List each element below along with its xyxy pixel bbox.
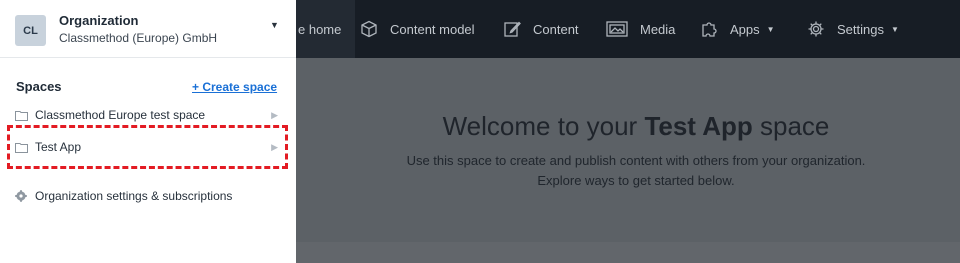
nav-content-label: Content xyxy=(533,21,579,37)
welcome-suffix: space xyxy=(752,111,830,141)
nav-media[interactable]: Media xyxy=(606,0,675,58)
settings-caret-icon: ▼ xyxy=(890,24,899,34)
cube-icon xyxy=(361,20,377,38)
nav-content-model[interactable]: Content model xyxy=(360,0,475,58)
nav-content-model-label: Content model xyxy=(390,21,475,37)
welcome-prefix: Welcome to your xyxy=(442,111,645,141)
chevron-down-icon[interactable]: ▼ xyxy=(270,20,279,30)
welcome-heading: Welcome to your Test App space xyxy=(296,111,960,142)
gear-icon xyxy=(808,21,824,37)
nav-settings-label: Settings xyxy=(837,21,884,37)
nav-content[interactable]: Content xyxy=(503,0,579,58)
nav-space-home[interactable]: e home xyxy=(296,0,356,58)
space-item-label: Classmethod Europe test space xyxy=(35,108,206,122)
space-item-classmethod-europe-test-space[interactable]: Classmethod Europe test space ▶ xyxy=(15,104,281,126)
folder-icon xyxy=(15,110,28,121)
edit-icon xyxy=(504,21,521,37)
highlight-annotation xyxy=(7,125,288,169)
welcome-space-name: Test App xyxy=(644,111,753,141)
apps-caret-icon: ▼ xyxy=(766,24,775,34)
welcome-description: Use this space to create and publish con… xyxy=(296,151,960,191)
nav-apps[interactable]: Apps ▼ xyxy=(700,0,775,58)
nav-space-home-label: e home xyxy=(298,21,342,37)
organization-name: Classmethod (Europe) GmbH xyxy=(59,31,218,45)
organization-label: Organization xyxy=(59,13,139,28)
create-space-link[interactable]: + Create space xyxy=(192,80,277,94)
organization-header[interactable]: CL Organization Classmethod (Europe) Gmb… xyxy=(0,0,296,58)
nav-media-label: Media xyxy=(640,21,676,37)
welcome-line-1: Use this space to create and publish con… xyxy=(406,153,866,168)
nav-settings[interactable]: Settings ▼ xyxy=(807,0,899,58)
space-switcher-panel: CL Organization Classmethod (Europe) Gmb… xyxy=(0,0,296,263)
spaces-heading: Spaces xyxy=(16,79,62,94)
avatar: CL xyxy=(15,15,46,46)
welcome-line-2: Explore ways to get started below. xyxy=(537,173,735,188)
nav-apps-label: Apps xyxy=(730,21,760,37)
organization-settings-link[interactable]: Organization settings & subscriptions xyxy=(15,189,232,203)
content-card-edge xyxy=(296,242,960,263)
chevron-right-icon: ▶ xyxy=(271,109,278,120)
media-icon xyxy=(606,21,628,37)
main-content: Welcome to your Test App space Use this … xyxy=(296,58,960,263)
organization-settings-label: Organization settings & subscriptions xyxy=(35,189,233,203)
puzzle-icon xyxy=(702,22,717,37)
gear-icon xyxy=(15,190,27,202)
